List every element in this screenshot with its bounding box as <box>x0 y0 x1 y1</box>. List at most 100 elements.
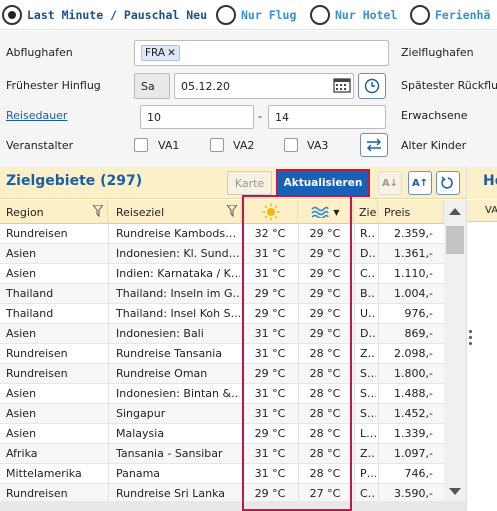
results-toolbar: Zielgebiete (297) Karte Aktualisieren A↓… <box>0 167 466 199</box>
cell-water-temp: 29 °C <box>309 267 341 280</box>
col-region[interactable]: Region <box>0 200 108 224</box>
reisedauer-from-input[interactable]: 10 <box>140 105 254 129</box>
karte-button[interactable]: Karte <box>227 171 272 195</box>
radio-circle[interactable] <box>310 5 330 25</box>
cell-air-temp: 29 °C <box>254 307 286 320</box>
radio-circle-checked[interactable] <box>2 5 22 25</box>
hotel-panel-column[interactable]: VA <box>467 200 497 222</box>
cell-reiseziel: Rundreise Oman <box>116 367 208 380</box>
cell-preis: 2.098,- <box>394 347 433 360</box>
col-water-temp[interactable]: ▼ <box>298 200 354 224</box>
col-reiseziel[interactable]: Reiseziel <box>110 200 242 224</box>
col-region-label: Region <box>6 205 44 219</box>
cell-code: S… <box>360 387 376 400</box>
sort-button[interactable]: A↑ <box>408 171 432 195</box>
reisedauer-to-input[interactable]: 14 <box>268 105 386 129</box>
swap-button[interactable] <box>360 133 388 157</box>
col-air-temp[interactable] <box>244 200 298 224</box>
cell-reiseziel: Rundreise Tansania <box>116 347 223 360</box>
cell-reiseziel: Malaysia <box>116 427 165 440</box>
alter-kinder-label: Alter Kinder <box>401 139 467 152</box>
col-code-label: Zie <box>359 205 377 219</box>
radio-nur-hotel[interactable]: Nur Hotel <box>310 4 397 26</box>
cell-water-temp: 28 °C <box>309 467 341 480</box>
hotel-panel: Ho VA <box>466 167 497 511</box>
cell-air-temp: 31 °C <box>254 467 286 480</box>
cell-code: S… <box>360 407 376 420</box>
cell-code: Z… <box>360 347 376 360</box>
cell-code: U… <box>360 307 376 320</box>
cell-region: Rundreisen <box>6 227 68 240</box>
aktualisieren-button[interactable]: Aktualisieren <box>276 169 370 197</box>
filter-icon[interactable] <box>227 205 237 217</box>
cell-region: Thailand <box>6 307 54 320</box>
hotel-panel-header: Ho <box>467 167 497 199</box>
va2-label: VA2 <box>233 139 255 152</box>
radio-nur-flug[interactable]: Nur Flug <box>216 4 296 26</box>
col-preis[interactable]: Preis <box>378 200 444 224</box>
radio-circle[interactable] <box>410 5 430 25</box>
waves-icon <box>311 206 330 218</box>
cell-water-temp: 28 °C <box>309 367 341 380</box>
abflughafen-label: Abflughafen <box>6 46 73 59</box>
spaetester-rueckflug-label: Spätester Rückflug <box>401 79 497 92</box>
radio-ferienhaus[interactable]: Ferienhä <box>410 4 490 26</box>
reisedauer-to-value: 14 <box>275 110 289 124</box>
cell-air-temp: 31 °C <box>254 387 286 400</box>
cell-code: L… <box>360 427 376 440</box>
cell-reiseziel: Indonesien: Bali <box>116 327 204 340</box>
scroll-up-icon[interactable] <box>449 208 461 215</box>
va3-checkbox[interactable] <box>284 138 298 152</box>
cell-air-temp: 31 °C <box>254 247 286 260</box>
swap-icon <box>367 138 381 152</box>
search-mode-bar: Last Minute / Pauschal Neu Nur Flug Nur … <box>0 0 497 30</box>
cell-air-temp: 29 °C <box>254 427 286 440</box>
clock-button[interactable] <box>358 73 386 99</box>
cell-preis: 976,- <box>404 307 433 320</box>
splitter-handle[interactable] <box>469 330 473 348</box>
va1-checkbox[interactable] <box>134 138 148 152</box>
radio-circle[interactable] <box>216 5 236 25</box>
veranstalter-label: Veranstalter <box>6 139 74 152</box>
refresh-button[interactable] <box>436 171 460 195</box>
cell-code: D… <box>360 327 376 340</box>
cell-water-temp: 28 °C <box>309 347 341 360</box>
abflughafen-input[interactable]: FRA ✕ <box>134 40 389 66</box>
cell-air-temp: 31 °C <box>254 327 286 340</box>
cell-region: Thailand <box>6 287 54 300</box>
radio-label: Nur Hotel <box>335 8 398 22</box>
calendar-icon[interactable] <box>333 77 351 93</box>
cell-code: B… <box>360 287 376 300</box>
scroll-thumb[interactable] <box>446 226 464 254</box>
remove-tag-icon[interactable]: ✕ <box>167 47 176 59</box>
cell-reiseziel: Indonesien: Bintan &… <box>116 387 240 400</box>
table-header: Region Reiseziel ▼ Zie Preis <box>0 200 444 224</box>
cell-region: Rundreisen <box>6 347 68 360</box>
cell-reiseziel: Tansania - Sansibar <box>116 447 223 460</box>
cell-region: Afrika <box>6 447 38 460</box>
cell-reiseziel: Thailand: Inseln im G… <box>116 287 240 300</box>
weekday-text: Sa <box>141 79 155 93</box>
cell-preis: 1.800,- <box>394 367 433 380</box>
va2-checkbox[interactable] <box>210 138 224 152</box>
sort-az-button[interactable]: A↓ <box>378 171 402 195</box>
date-input[interactable]: 05.12.20 <box>174 73 354 99</box>
cell-reiseziel: Thailand: Insel Koh S… <box>116 307 240 320</box>
sort-az-icon: A↓ <box>381 177 399 189</box>
radio-last-minute[interactable]: Last Minute / Pauschal Neu <box>2 4 207 26</box>
cell-preis: 1.110,- <box>394 267 433 280</box>
reisedauer-link[interactable]: Reisedauer <box>6 109 67 122</box>
cell-preis: 869,- <box>404 327 433 340</box>
hotel-panel-title: Ho <box>483 173 497 189</box>
cell-code: R… <box>360 227 376 240</box>
radio-label: Last Minute / Pauschal Neu <box>27 8 208 22</box>
table-scrollbar[interactable] <box>444 200 466 501</box>
horizontal-scrollbar[interactable] <box>0 501 466 511</box>
cell-code: S… <box>360 367 376 380</box>
filter-icon[interactable] <box>93 205 103 217</box>
col-code[interactable]: Zie <box>354 200 378 224</box>
airport-tag[interactable]: FRA ✕ <box>141 45 180 61</box>
fruehester-hinflug-label: Frühester Hinflug <box>6 79 101 92</box>
cell-region: Asien <box>6 247 37 260</box>
scroll-down-icon[interactable] <box>449 488 461 495</box>
